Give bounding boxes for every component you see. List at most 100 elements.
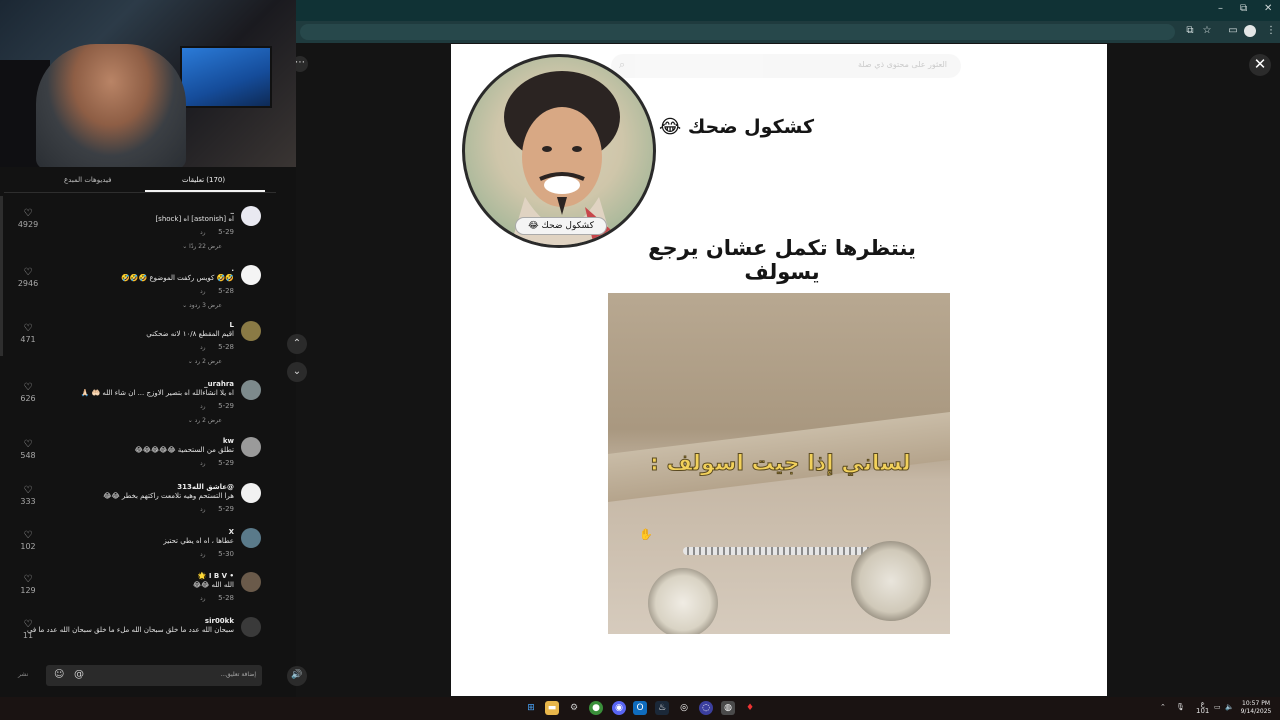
like-heart-icon[interactable]: ♡ [22, 323, 34, 334]
app2-icon[interactable]: ◌ [699, 701, 713, 715]
comment-text: عطاها ، اه اه يطي تحتيز [163, 537, 234, 545]
like-heart-icon[interactable]: ♡ [22, 267, 34, 278]
comment-date: 5-29 [218, 459, 234, 467]
comment-avatar[interactable] [241, 321, 261, 341]
comment-username[interactable]: urahra_ [204, 380, 234, 388]
mouse-cursor-icon: ✋ [639, 528, 653, 541]
app-icon[interactable]: ◎ [677, 701, 691, 715]
comment-date: 5-29 [218, 228, 234, 236]
lang-code: 101 [1196, 707, 1210, 715]
address-bar[interactable] [300, 24, 1175, 40]
speaker-icon[interactable]: 🔈 [1225, 703, 1234, 711]
outlook-icon[interactable]: O [633, 701, 647, 715]
file-explorer-icon[interactable]: ▬ [545, 701, 559, 715]
settings-icon[interactable]: ⚙ [567, 701, 581, 715]
like-heart-icon[interactable]: ♡ [22, 485, 34, 496]
like-heart-icon[interactable]: ♡ [22, 619, 34, 630]
reply-button[interactable]: رد [200, 288, 206, 295]
comment-avatar[interactable] [241, 380, 261, 400]
view-replies-button[interactable]: عرض 2 رد ⌄ [188, 417, 222, 424]
like-count: 2946 [17, 279, 39, 288]
comment-username[interactable]: _ [231, 206, 235, 214]
chrome-icon[interactable]: ● [589, 701, 603, 715]
reply-button[interactable]: رد [200, 403, 206, 410]
network-icon[interactable]: ▭ [1214, 703, 1221, 711]
next-video-button[interactable]: ⌄ [287, 362, 307, 382]
comment-text: الله الله 😂😂 [192, 581, 234, 589]
embedded-clip: لساني إذا جيت اسولف : [608, 293, 950, 634]
steam-icon[interactable]: ♨ [655, 701, 669, 715]
comment-username[interactable]: . [231, 265, 234, 273]
watch-left [648, 568, 718, 634]
maximize-button[interactable]: ⧉ [1240, 3, 1247, 14]
comment-placeholder: إضافة تعليق... [220, 671, 256, 678]
tab-divider [4, 192, 276, 193]
menu-kebab-icon[interactable]: ⋮ [1264, 25, 1278, 36]
view-replies-button[interactable]: عرض 22 ردًا ⌄ [182, 243, 222, 250]
watch-chain [683, 547, 877, 555]
browser-title-bar [296, 0, 1280, 21]
comment-avatar[interactable] [241, 437, 261, 457]
reply-button[interactable]: رد [200, 551, 206, 558]
comment-text: اه [astonish] اه [shock] [155, 215, 234, 223]
like-heart-icon[interactable]: ♡ [22, 439, 34, 450]
search-icon: ⌕ [619, 58, 626, 71]
app3-icon[interactable]: ♦ [743, 701, 757, 715]
minimize-button[interactable]: – [1218, 3, 1223, 14]
view-replies-button[interactable]: عرض 2 رد ⌄ [188, 358, 222, 365]
reply-button[interactable]: رد [200, 595, 206, 602]
like-heart-icon[interactable]: ♡ [22, 208, 34, 219]
comment-username[interactable]: • I B V 🌟 [198, 572, 234, 580]
start-menu-icon[interactable]: ⊞ [524, 701, 538, 715]
comment-avatar[interactable] [241, 572, 261, 592]
comment-text: اقيم المقطع ١٠/٨ لانه ضحكني [146, 330, 234, 338]
post-button[interactable]: نشر [18, 671, 28, 678]
tab-creator-videos[interactable]: فيديوهات المبدع [64, 176, 111, 184]
like-count: 129 [20, 586, 36, 595]
emoji-icon[interactable]: ☺ [54, 669, 64, 680]
discord-icon[interactable]: ◉ [612, 701, 626, 715]
like-heart-icon[interactable]: ♡ [22, 530, 34, 541]
comments-scrollbar[interactable] [0, 196, 3, 356]
reply-button[interactable]: رد [200, 229, 206, 236]
volume-button[interactable]: 🔊 [287, 666, 307, 686]
taskbar-clock[interactable]: 10:57 PM 9/14/2025 [1236, 700, 1276, 716]
comment-username[interactable]: X [229, 528, 234, 536]
reply-button[interactable]: رد [200, 344, 206, 351]
comment-avatar[interactable] [241, 528, 261, 548]
previous-video-button[interactable]: ⌃ [287, 334, 307, 354]
install-app-icon[interactable]: ⧉ [1183, 25, 1197, 36]
comment-username[interactable]: @عاشق الله313 [177, 483, 234, 491]
reply-button[interactable]: رد [200, 460, 206, 467]
comments-panel: ℯ فيديوهات المبدع (170) تعليقات _اه [ast… [0, 0, 296, 697]
like-heart-icon[interactable]: ♡ [22, 382, 34, 393]
close-window-button[interactable]: ✕ [1264, 3, 1272, 14]
mention-icon[interactable]: @ [74, 669, 84, 680]
bookmark-star-icon[interactable]: ☆ [1200, 25, 1214, 36]
reply-button[interactable]: رد [200, 506, 206, 513]
video-player[interactable]: ⌕ العثور على محتوى ذي صلة كشكول ضحك 😂 كش… [451, 44, 1107, 696]
comment-avatar[interactable] [241, 483, 261, 503]
tray-chevron-icon[interactable]: ⌃ [1160, 703, 1166, 711]
comment-avatar[interactable] [241, 617, 261, 637]
comment-text: هرا التستحم وهيه تلامعت راكتهم بخطر 😂😂 [103, 492, 234, 500]
chrome-active-icon[interactable]: ◍ [721, 701, 735, 715]
language-indicator[interactable]: ع 101 [1196, 701, 1209, 715]
webcam-feed: ℯ [0, 0, 296, 167]
comment-input[interactable]: ☺ @ إضافة تعليق... [46, 665, 262, 686]
comment-date: 5-29 [218, 402, 234, 410]
cast-icon[interactable]: ▭ [1226, 25, 1240, 36]
comment-username[interactable]: L [230, 321, 234, 329]
profile-avatar-icon[interactable] [1244, 25, 1256, 37]
background-monitor [180, 46, 272, 108]
like-heart-icon[interactable]: ♡ [22, 574, 34, 585]
comment-username[interactable]: sir00kk [205, 617, 234, 625]
comment-avatar[interactable] [241, 265, 261, 285]
tab-comments[interactable]: (170) تعليقات [182, 176, 225, 184]
comment-username[interactable]: kw [223, 437, 234, 445]
microphone-icon[interactable]: 🎙 [1176, 703, 1185, 711]
comment-avatar[interactable] [241, 206, 261, 226]
view-replies-button[interactable]: عرض 3 ردود ⌄ [182, 302, 222, 309]
close-video-button[interactable]: ✕ [1249, 54, 1271, 76]
streamer [36, 44, 186, 167]
